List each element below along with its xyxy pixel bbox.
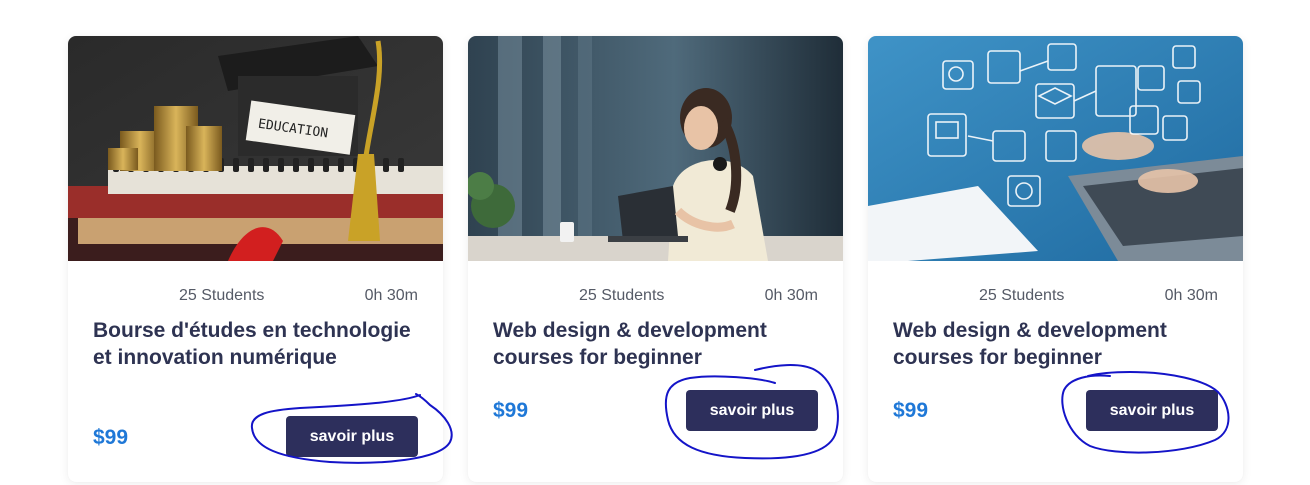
course-image-education[interactable]: EDUCATION [68, 36, 443, 261]
course-image-digital-learning[interactable] [868, 36, 1243, 261]
course-duration: 0h 30m [764, 287, 818, 304]
savoir-plus-button[interactable]: savoir plus [686, 390, 818, 431]
students-count: 25 Students [179, 287, 265, 304]
digital-learning-photo [868, 36, 1243, 261]
course-image-woman-laptop[interactable] [468, 36, 843, 261]
course-title[interactable]: Web design & development courses for beg… [893, 318, 1223, 371]
course-card: 25 Students 0h 30m Web design & developm… [868, 36, 1243, 482]
course-title[interactable]: Web design & development courses for beg… [493, 318, 823, 371]
woman-laptop-photo [468, 36, 843, 261]
savoir-plus-button[interactable]: savoir plus [286, 416, 418, 457]
students-count: 25 Students [979, 287, 1065, 304]
course-card: EDUCATION 25 Students 0h 30m Bourse d'ét… [68, 36, 443, 482]
education-photo: EDUCATION [68, 36, 443, 261]
course-duration: 0h 30m [364, 287, 418, 304]
course-card: 25 Students 0h 30m Web design & developm… [468, 36, 843, 482]
course-price: $99 [893, 399, 929, 422]
course-price: $99 [493, 399, 529, 422]
course-price: $99 [93, 426, 129, 449]
course-title[interactable]: Bourse d'études en technologie et innova… [93, 318, 423, 371]
course-duration: 0h 30m [1164, 287, 1218, 304]
savoir-plus-button[interactable]: savoir plus [1086, 390, 1218, 431]
students-count: 25 Students [579, 287, 665, 304]
